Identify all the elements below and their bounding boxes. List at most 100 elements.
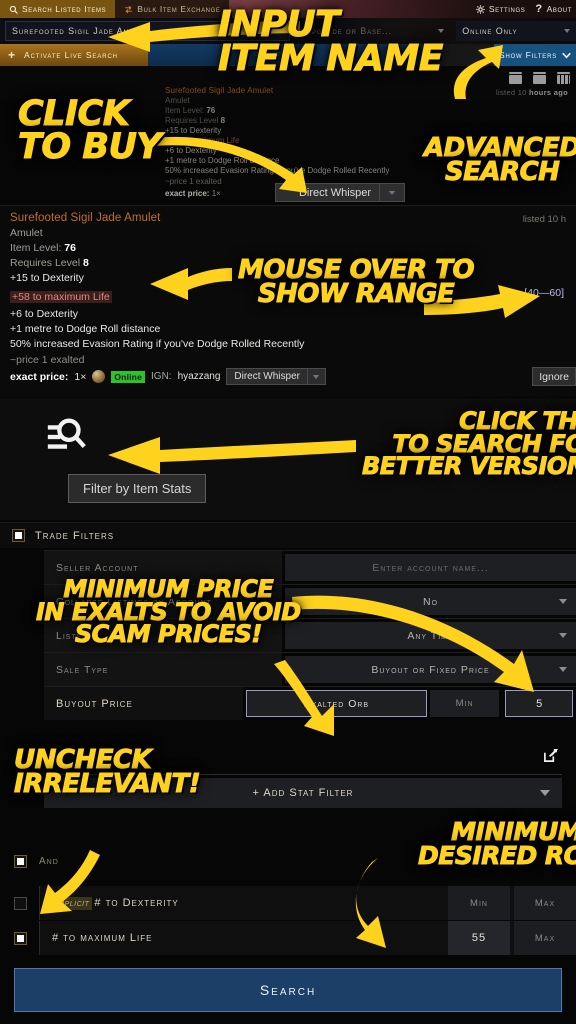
ghost-direct-whisper-label: Direct Whisper	[298, 186, 372, 199]
toolbar-gap	[426, 44, 494, 66]
stat-row-max-dexterity[interactable]: Max	[514, 886, 576, 920]
listed-select[interactable]: Any Time	[285, 622, 576, 649]
trade-filter-row-collapse-listings: Collapse Listings by Account No	[44, 584, 576, 618]
chevron-down-icon	[277, 29, 284, 33]
trade-filter-row-seller-account: Seller Account Enter account name...	[44, 550, 576, 584]
online-status-select[interactable]: Online Only	[456, 21, 576, 41]
ghost-direct-whisper-button[interactable]: Direct Whisper	[275, 183, 395, 202]
top-tab-bar: Search Listed Items Bulk Item Exchange S…	[0, 0, 576, 18]
sale-type-label: Sale Type	[44, 653, 282, 686]
show-filters-label: Show Filters	[498, 50, 558, 60]
direct-whisper-dropdown[interactable]	[307, 368, 326, 385]
search-button[interactable]: Search	[14, 968, 562, 1012]
tab-bulk-item-exchange[interactable]: Bulk Item Exchange	[115, 0, 230, 18]
search-bar-row: Surefooted Sigil Jade Amulet Upgrade or …	[0, 18, 576, 44]
trade-filters-header[interactable]: Trade Filters	[0, 522, 576, 548]
listing-item-name[interactable]: Surefooted Sigil Jade Amulet	[10, 212, 566, 224]
ghost-mod-4: +1 metre to Dodge Roll distance	[165, 156, 280, 165]
exchange-icon	[125, 5, 133, 13]
activate-live-search-button[interactable]: + Activate Live Search	[0, 44, 148, 66]
trade-filters-checkbox[interactable]	[12, 529, 25, 542]
stat-filter-row-maximum-life: # to maximum Life 55 Max	[14, 921, 576, 955]
ghost-direct-whisper-dropdown[interactable]	[379, 183, 405, 202]
tab-bulk-item-exchange-label: Bulk Item Exchange	[137, 4, 221, 14]
buyout-min-input[interactable]: Min	[429, 690, 500, 717]
trade-site-screenshot: Search Listed Items Bulk Item Exchange S…	[0, 0, 576, 1024]
chevron-down-icon	[564, 29, 571, 33]
direct-whisper-button[interactable]: Direct Whisper	[226, 368, 308, 385]
ghost-requires-label: Requires Level	[165, 116, 221, 125]
buyout-max-value: 5	[536, 697, 543, 710]
ghost-listed-ago-prefix: listed 10	[496, 88, 530, 97]
ignore-button[interactable]: Ignore	[532, 367, 576, 386]
ghost-requires-value: 8	[220, 116, 226, 125]
listing-mod-0: +15 to Dexterity	[10, 272, 84, 284]
activate-live-search-label: Activate Live Search	[24, 50, 118, 60]
chevron-down-icon	[313, 374, 320, 379]
listing-requires-label: Requires Level	[10, 257, 83, 269]
annotation-advanced-search: ADVANCED SEARCH	[423, 133, 576, 188]
listing-mod-1-wrap: +58 to maximum Life	[10, 287, 566, 305]
ghost-mod-3: +6 to Dexterity	[165, 146, 217, 155]
buyout-currency-select[interactable]: Exalted Orb	[245, 690, 427, 717]
live-search-row: + Activate Live Search Search Show Filte…	[0, 44, 576, 66]
filter-by-item-stats-tooltip: Filter by Item Stats	[68, 474, 207, 503]
listing-item-level-label: Item Level:	[10, 242, 65, 254]
ghost-listing-name: Surefooted Sigil Jade Amulet	[165, 86, 274, 95]
item-name-input[interactable]: Surefooted Sigil Jade Amulet	[5, 21, 291, 41]
search-submit-bar[interactable]: Search	[148, 44, 426, 66]
seller-account-input[interactable]: Enter account name...	[285, 554, 576, 581]
ghost-listed-ago: listed 10 hours ago	[496, 88, 568, 97]
listing-item-type: Amulet	[10, 227, 43, 239]
tab-settings[interactable]: Settings	[476, 4, 525, 14]
stat-row-text-dexterity: # to Dexterity	[94, 896, 179, 909]
tab-about[interactable]: ? About	[535, 3, 572, 15]
bag-grid-icon[interactable]	[533, 72, 546, 84]
chevron-down-icon	[559, 633, 567, 638]
stat-filters-header	[0, 742, 576, 775]
listing-item-level: Item Level: 76	[10, 242, 566, 254]
buyout-price-label: Buyout Price	[44, 687, 243, 720]
tab-search-listed-items[interactable]: Search Listed Items	[0, 0, 116, 18]
listing-mod-4: 50% increased Evasion Rating if you've D…	[10, 338, 305, 350]
seller-account-label: Seller Account	[44, 551, 282, 584]
upgrade-base-select[interactable]: Upgrade or Base...	[298, 21, 450, 41]
stat-filter-group-and[interactable]: And	[14, 855, 59, 868]
stat-row-max-maximum-life[interactable]: Max	[514, 921, 576, 955]
chevron-down-icon	[389, 190, 395, 195]
chevron-down-icon	[559, 667, 567, 672]
listing-mod-1[interactable]: +58 to maximum Life	[10, 291, 112, 303]
trade-filter-row-listed: Listed Any Time	[44, 618, 576, 652]
stat-row-checkbox-dexterity[interactable]	[14, 896, 27, 910]
show-filters-button[interactable]: Show Filters	[494, 44, 576, 66]
search-button-label: Search	[259, 982, 317, 998]
search-icon	[9, 5, 18, 14]
stat-group-checkbox[interactable]	[14, 855, 27, 868]
sale-type-select[interactable]: Buyout or Fixed Price	[285, 656, 576, 683]
bag-view-icon[interactable]	[509, 72, 522, 84]
listed-label: Listed	[44, 619, 282, 652]
bag-split-icon[interactable]	[557, 72, 570, 84]
direct-whisper-group: Direct Whisper	[226, 368, 326, 385]
stat-row-checkbox-maximum-life[interactable]	[14, 931, 27, 945]
stat-row-body-dexterity[interactable]: Implicit # to Dexterity Min Max	[39, 886, 576, 920]
listing-price-row: exact price: 1× Online IGN: hyazzang Dir…	[10, 368, 326, 385]
buyout-max-input[interactable]: 5	[505, 690, 573, 717]
stat-row-name-dexterity: Implicit # to Dexterity	[40, 896, 448, 910]
header-right-tabs: Settings ? About	[476, 0, 572, 18]
stat-row-min-maximum-life[interactable]: 55	[448, 921, 510, 955]
filter-by-item-stats-icon[interactable]	[44, 414, 90, 460]
stat-row-name-maximum-life: # to maximum Life	[52, 932, 153, 944]
listed-value: Any Time	[407, 629, 454, 642]
trade-filter-row-buyout-price: Buyout Price Exalted Orb Min 5	[44, 686, 576, 720]
add-stat-filter-button[interactable]: + Add Stat Filter	[44, 778, 562, 808]
ghost-item-level-label: Item Level:	[165, 106, 207, 115]
collapse-listings-label: Collapse Listings by Account	[44, 585, 282, 618]
ghost-mod-2: +58 to maximum Life	[165, 136, 240, 145]
collapse-listings-select[interactable]: No	[285, 588, 576, 615]
edit-icon[interactable]	[543, 748, 558, 763]
stat-row-body-maximum-life[interactable]: # to maximum Life 55 Max	[39, 921, 576, 955]
online-status-badge: Online	[111, 370, 146, 383]
upgrade-base-select-value: Upgrade or Base...	[304, 26, 393, 36]
stat-row-min-dexterity[interactable]: Min	[448, 886, 510, 920]
